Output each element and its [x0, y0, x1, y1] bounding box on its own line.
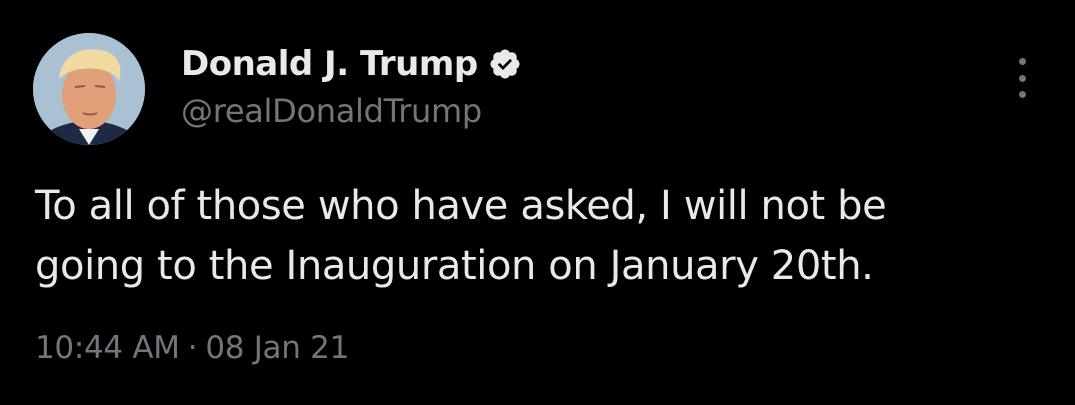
tweet-timestamp[interactable]: 10:44 AM · 08 Jan 21	[35, 330, 349, 366]
author-display-name[interactable]: Donald J. Trump	[181, 44, 478, 84]
author-name-row: Donald J. Trump	[181, 40, 522, 88]
tweet-card: Donald J. Trump @realDonaldTrump To all …	[0, 0, 1075, 405]
more-dot	[1018, 74, 1026, 82]
verified-badge-icon	[488, 47, 522, 81]
tweet-text-line: going to the Inauguration on January 20t…	[35, 243, 874, 289]
avatar-image	[33, 33, 145, 145]
timestamp-separator: ·	[187, 330, 198, 366]
more-options-icon[interactable]	[1008, 58, 1036, 98]
tweet-text: To all of those who have asked, I will n…	[35, 176, 1055, 296]
tweet-text-line: To all of those who have asked, I will n…	[35, 183, 887, 229]
tweet-date: 08 Jan 21	[205, 330, 349, 366]
author-avatar[interactable]	[33, 33, 145, 145]
tweet-time: 10:44 AM	[35, 330, 180, 366]
author-handle[interactable]: @realDonaldTrump	[181, 92, 482, 130]
more-dot	[1018, 58, 1026, 65]
more-dot	[1018, 91, 1026, 98]
